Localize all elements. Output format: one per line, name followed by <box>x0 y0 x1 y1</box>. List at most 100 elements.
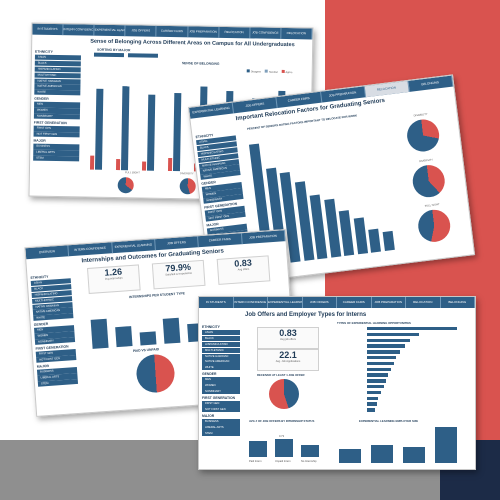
filter-button-1[interactable] <box>93 52 125 58</box>
tab-3[interactable]: JOB OFFERS <box>125 25 157 37</box>
sidebar-item[interactable]: NATIVE HAWAIIAN <box>202 353 240 359</box>
pie-label-full-sight: FULL SIGHT <box>424 203 440 208</box>
chart-bar <box>367 338 410 342</box>
pie-chart-paid-unpaid <box>135 353 176 394</box>
chart-bar <box>120 86 130 171</box>
chart-bar <box>367 373 388 377</box>
sidebar-group-2: FIRST GENERATION <box>33 120 67 126</box>
pie-chart-full-sight <box>416 207 453 244</box>
tab-5[interactable]: JOB PREPARATION <box>187 26 220 38</box>
tab-0[interactable]: IN STUDENTS <box>199 297 234 308</box>
sidebar-item[interactable]: FIRST GEN <box>202 401 240 407</box>
chart-bar <box>367 350 401 354</box>
sidebar-item[interactable]: NOT FIRST GEN <box>33 131 80 138</box>
sidebar-item[interactable]: LIBERAL ARTS <box>202 425 240 431</box>
tab-4[interactable]: RELOCATION <box>364 80 410 98</box>
internships-bar-chart <box>89 296 212 349</box>
value-label: 0.73 <box>279 435 285 438</box>
legend-label: Agree <box>285 70 293 75</box>
kpi-avg-job-offers: 0.83 Avg job offers <box>257 327 319 349</box>
sidebar-item[interactable]: WHITE <box>202 365 240 371</box>
sidebar-item[interactable]: NOT FIRST GEN <box>202 407 240 413</box>
chart-bar <box>367 402 377 406</box>
tab-5[interactable]: JOB PREPARATION <box>241 230 286 245</box>
tab-6[interactable]: RELOCATION <box>406 297 441 308</box>
kpi-avg-job-applications: 22.1 Avg. Job Applications <box>257 349 319 371</box>
filter-sidebar: ETHNICITY ASIAN BLACK HISPANIC/LATINO MULTI-… <box>30 271 79 388</box>
tab-8[interactable]: RELOCATION <box>281 27 313 40</box>
sidebar-item[interactable]: NATIVE AMERICAN <box>202 359 240 365</box>
pie-chart-1 <box>117 177 134 194</box>
legend-swatch <box>281 69 285 73</box>
experiential-learning-hbar-chart <box>337 327 467 417</box>
chart-bar <box>249 440 267 457</box>
sidebar-item[interactable]: NONBINARY <box>202 389 240 395</box>
sidebar-item[interactable]: BLACK <box>34 60 81 67</box>
tab-1[interactable]: INTERN CONFIDENCE <box>68 242 113 257</box>
tab-4[interactable]: CAREER FAIRS <box>337 297 372 308</box>
sidebar-item[interactable]: WHITE <box>34 89 81 96</box>
sidebar-item[interactable]: STEM <box>202 431 240 437</box>
filter-button-2[interactable] <box>127 53 159 58</box>
sidebar-item[interactable]: MULTI-ETHNIC <box>202 347 240 353</box>
tab-2[interactable]: EXPERIENTIAL LEARNING <box>94 24 126 37</box>
pie-label: PAID VS UNPAID <box>132 347 160 354</box>
sidebar-item[interactable]: WOMEN <box>202 383 240 389</box>
tab-0[interactable]: OVERVIEW <box>25 245 70 260</box>
pie-label-1: FULL SIGHT <box>124 171 140 175</box>
chart-bar <box>139 330 157 346</box>
tab-0[interactable]: EXPERIENTIAL LEARNING <box>189 102 235 119</box>
sidebar-item[interactable]: BLACK <box>202 335 240 342</box>
tab-5[interactable]: BELONGING <box>408 75 454 92</box>
tab-1[interactable]: INTERN CONFIDENCE <box>63 24 95 36</box>
tab-6[interactable]: RELOCATION <box>218 26 251 39</box>
sidebar-item[interactable]: NONBINARY <box>33 113 80 120</box>
chart-bar <box>301 445 319 457</box>
filter-sidebar: ETHNICITY ASIAN BLACK HISPANIC/LATINO MULTI-… <box>195 128 249 246</box>
chart-bar <box>367 344 405 348</box>
legend-swatch <box>246 69 250 73</box>
dashboard-job-offers: IN STUDENTS INTERN CONFIDENCE EXPERIENTIAL… <box>198 296 476 470</box>
tab-4[interactable]: CAREER FAIRS <box>198 233 243 248</box>
tab-5[interactable]: JOB PREPARATION <box>372 297 406 308</box>
legend-label: Disagree <box>250 70 262 74</box>
tab-7[interactable]: BELONGING <box>441 297 475 308</box>
tab-3[interactable]: JOB OFFERS <box>303 297 337 308</box>
tab-7[interactable]: JOB CONFIDENCE <box>250 27 282 39</box>
tab-1[interactable]: INTERN CONFIDENCE <box>234 297 268 308</box>
sidebar-group-2: FIRST GENERATION <box>202 396 236 401</box>
tab-2[interactable]: EXPERIENTIAL LEARNING <box>111 239 156 254</box>
chart-bar <box>141 161 147 171</box>
sidebar-item[interactable]: STEM <box>33 155 80 162</box>
sidebar-item[interactable]: MEN <box>202 377 240 383</box>
tab-2[interactable]: EXPERIENTIAL LEARNING <box>268 297 303 308</box>
sidebar-item[interactable]: MULTI-ETHNIC <box>34 72 81 79</box>
sidebar-item[interactable]: ASIAN <box>202 330 240 336</box>
chart-bar <box>435 427 457 463</box>
page-title: Job Offers and Employer Types for Intern… <box>245 312 367 318</box>
tab-4[interactable]: CAREER FAIRS <box>156 25 189 38</box>
tab-3[interactable]: JOB OFFERS <box>155 236 200 251</box>
chart-bar <box>367 396 379 400</box>
sidebar-group-1: GENDER <box>34 97 49 102</box>
employer-size-chart <box>339 423 469 463</box>
pie-chart-2 <box>179 178 196 195</box>
chart-bar <box>403 447 425 463</box>
chart-bar <box>371 445 393 463</box>
page-title: Sense of Belonging Across Different Area… <box>90 38 295 49</box>
chart-bar <box>275 439 293 457</box>
chart-bar <box>146 94 156 171</box>
sidebar-item[interactable]: BUSINESS <box>202 419 240 425</box>
chart-bar <box>367 361 394 366</box>
sidebar-group-0: ETHNICITY <box>202 325 220 329</box>
chart-bar <box>89 155 95 170</box>
sidebar-item[interactable]: ASIAN <box>34 54 81 61</box>
chart-bar <box>368 228 381 253</box>
sidebar-item[interactable]: HISPANIC/LATINO <box>34 66 81 73</box>
filter-sidebar: ETHNICITY ASIAN BLACK HISPANIC/LATINO MULTI-… <box>202 323 240 437</box>
chart-bar <box>162 318 181 344</box>
sidebar-item[interactable]: HISPANIC/LATINO <box>202 341 240 347</box>
tab-0[interactable]: IN STUDENTS <box>32 23 64 36</box>
filter-sidebar: ETHNICITY ASIAN BLACK HISPANIC/LATINO MULTI-… <box>33 48 81 163</box>
chart-bar <box>367 379 386 383</box>
